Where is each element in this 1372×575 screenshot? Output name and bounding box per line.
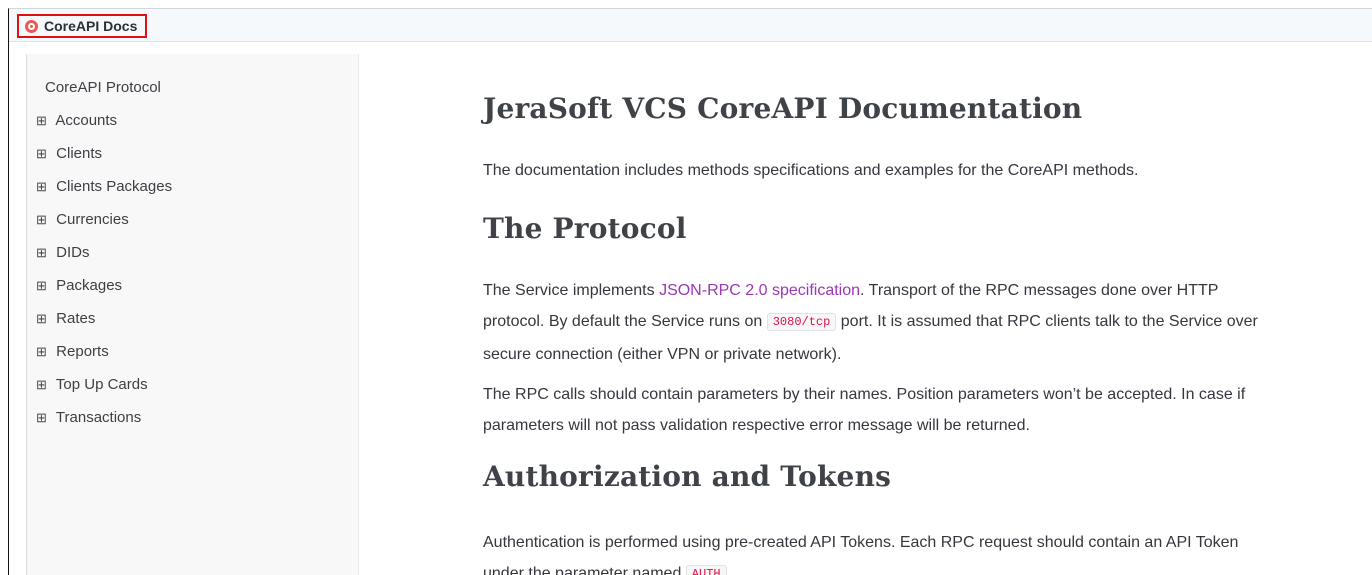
sidebar-item-label: Clients Packages [56, 178, 173, 195]
sidebar-item-packages[interactable]: ⊞ Packages [27, 269, 358, 302]
page-title: JeraSoft VCS CoreAPI Documentation [483, 92, 1083, 125]
brand-link[interactable]: CoreAPI Docs [17, 14, 148, 38]
sidebar-item-label: Accounts [55, 112, 118, 129]
sidebar-item-top-up-cards[interactable]: ⊞ Top Up Cards [27, 368, 358, 401]
sidebar-item-transactions[interactable]: ⊞ Transactions [27, 401, 358, 434]
intro-paragraph: The documentation includes methods speci… [483, 162, 1139, 179]
sidebar-item-label: Rates [56, 310, 96, 327]
expand-icon[interactable]: ⊞ [36, 302, 52, 335]
sidebar-item-clients-packages[interactable]: ⊞ Clients Packages [27, 170, 358, 203]
protocol-paragraph: The Service implements JSON-RPC 2.0 spec… [483, 275, 1273, 370]
expand-icon[interactable]: ⊞ [36, 236, 52, 269]
rpc-parameters-paragraph: The RPC calls should contain parameters … [483, 386, 1246, 434]
port-code: 3080/tcp [766, 313, 837, 331]
expand-icon[interactable]: ⊞ [36, 170, 52, 203]
sidebar: CoreAPI Protocol ⊞ Accounts ⊞ Clients ⊞ … [26, 54, 359, 575]
json-rpc-spec-link[interactable]: JSON-RPC 2.0 specification [659, 282, 860, 299]
sidebar-item-reports[interactable]: ⊞ Reports [27, 335, 358, 368]
sidebar-item-label: Packages [56, 277, 123, 294]
protocol-heading: The Protocol [483, 212, 687, 245]
sidebar-item-label: DIDs [56, 244, 90, 261]
expand-icon[interactable]: ⊞ [36, 401, 52, 434]
expand-icon[interactable]: ⊞ [36, 104, 52, 137]
main-layout: CoreAPI Protocol ⊞ Accounts ⊞ Clients ⊞ … [9, 42, 1372, 575]
brand-title: CoreAPI Docs [44, 18, 138, 34]
top-bar: CoreAPI Docs [9, 9, 1372, 42]
auth-text-prefix: Authentication is performed using pre-cr… [483, 534, 1239, 575]
sidebar-item-dids[interactable]: ⊞ DIDs [27, 236, 358, 269]
protocol-text-prefix: The Service implements [483, 282, 660, 299]
authorization-heading: Authorization and Tokens [483, 460, 892, 493]
sidebar-item-label: Reports [56, 343, 109, 360]
sidebar-item-label: Top Up Cards [55, 376, 148, 393]
sidebar-item-currencies[interactable]: ⊞ Currencies [27, 203, 358, 236]
sidebar-item-accounts[interactable]: ⊞ Accounts [27, 104, 358, 137]
expand-icon[interactable]: ⊞ [36, 269, 52, 302]
browser-frame: CoreAPI Docs CoreAPI Protocol ⊞ Accounts… [8, 8, 1372, 575]
sidebar-item-coreapi-protocol[interactable]: CoreAPI Protocol [27, 71, 358, 104]
jerasoft-logo-icon [25, 19, 38, 33]
sidebar-item-label: Transactions [55, 409, 142, 426]
sidebar-item-rates[interactable]: ⊞ Rates [27, 302, 358, 335]
expand-icon[interactable]: ⊞ [36, 368, 52, 401]
sidebar-item-label: Currencies [56, 211, 129, 228]
expand-icon[interactable]: ⊞ [36, 335, 52, 368]
expand-icon[interactable]: ⊞ [36, 203, 52, 236]
sidebar-item-label: Clients [56, 145, 103, 162]
auth-code: AUTH [685, 565, 727, 575]
auth-text-suffix: . [726, 565, 732, 575]
expand-icon[interactable]: ⊞ [36, 137, 52, 170]
sidebar-item-clients[interactable]: ⊞ Clients [27, 137, 358, 170]
authorization-paragraph: Authentication is performed using pre-cr… [483, 527, 1273, 575]
